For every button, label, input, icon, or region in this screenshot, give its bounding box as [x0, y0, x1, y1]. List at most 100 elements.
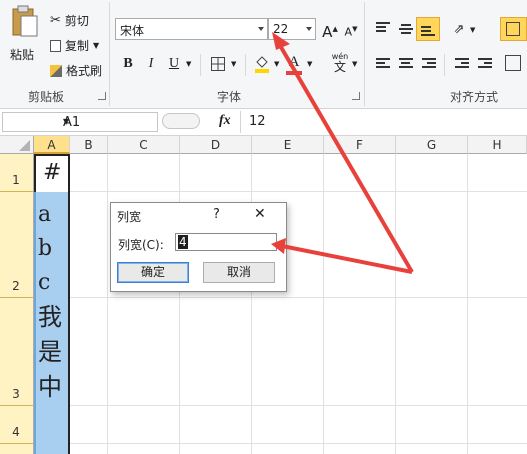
fill-color-button[interactable] [252, 54, 272, 74]
help-button[interactable]: ? [213, 207, 220, 222]
formula-bar: A1 ▼ fx 12 [0, 109, 527, 136]
borders-icon [211, 57, 225, 71]
chevron-down-icon[interactable]: ▼ [231, 60, 236, 68]
ribbon: 粘贴 ✂ 剪切 复制 ▼ 格式刷 剪贴板 宋体 22 A▲ A▼ B I U ▼… [0, 0, 527, 109]
formula-bar-handle[interactable] [162, 113, 200, 129]
font-name-value: 宋体 [120, 24, 145, 38]
row-header-4[interactable]: 4 [0, 406, 34, 444]
gridline [395, 154, 396, 454]
row-header-1[interactable]: 1 [0, 154, 34, 192]
select-all-corner[interactable] [0, 136, 34, 154]
column-label: F [356, 138, 363, 152]
selection-border-left [34, 192, 36, 454]
align-left-button[interactable] [376, 58, 390, 70]
column-width-label: 列宽(C): [118, 238, 164, 252]
worksheet-grid[interactable]: A B C D E F G H 1 2 3 4 # a b c 我 是 中 [0, 136, 527, 454]
font-dialog-launcher[interactable] [352, 92, 360, 100]
underline-button[interactable]: U [164, 54, 184, 74]
font-name-combo[interactable]: 宋体 [115, 18, 268, 40]
middle-align-button[interactable] [399, 24, 413, 36]
column-header-g[interactable]: G [396, 136, 468, 154]
row-header-5[interactable] [0, 444, 34, 454]
column-header-d[interactable]: D [180, 136, 252, 154]
ok-label: 确定 [140, 265, 165, 279]
column-width-dialog: 列宽 ? ✕ 列宽(C): 4 确定 取消 [110, 202, 287, 292]
chevron-down-icon[interactable]: ▼ [307, 60, 312, 68]
cell-a3-line: 是 [38, 338, 62, 366]
chevron-down-icon[interactable]: ▼ [274, 60, 279, 68]
increase-indent-button[interactable] [478, 58, 492, 70]
paste-label: 粘贴 [10, 48, 35, 62]
clipboard-dialog-launcher[interactable] [98, 92, 106, 100]
column-header-f[interactable]: F [324, 136, 396, 154]
column-width-input[interactable]: 4 [175, 233, 277, 251]
row-header-2[interactable]: 2 [0, 192, 34, 298]
column-header-h[interactable]: H [468, 136, 527, 154]
decrease-indent-button[interactable] [455, 58, 469, 70]
borders-button[interactable] [208, 54, 228, 74]
grow-font-button[interactable]: A▲ [320, 19, 340, 41]
format-painter-button[interactable]: 格式刷 [50, 62, 102, 79]
group-separator [364, 2, 365, 106]
wrap-text-button[interactable] [500, 17, 527, 41]
brush-icon [50, 64, 62, 77]
name-box[interactable]: A1 ▼ [2, 112, 158, 132]
chevron-down-icon[interactable]: ▼ [352, 60, 357, 68]
gridline [34, 405, 527, 406]
cancel-button[interactable]: 取消 [203, 262, 275, 283]
cut-button[interactable]: ✂ 剪切 [50, 12, 89, 29]
bold-button[interactable]: B [118, 54, 138, 74]
cell-a1-active[interactable]: # [34, 154, 70, 192]
gridline [467, 154, 468, 454]
align-center-button[interactable] [399, 58, 413, 70]
ok-button[interactable]: 确定 [117, 262, 189, 283]
merge-cells-button[interactable] [505, 55, 521, 71]
align-right-button[interactable] [422, 58, 436, 70]
group-separator [245, 54, 246, 76]
column-width-value: 4 [178, 235, 188, 249]
formula-content[interactable]: 12 [249, 114, 266, 129]
copy-icon [50, 39, 61, 52]
italic-button[interactable]: I [141, 54, 161, 74]
column-label: D [210, 138, 221, 152]
column-label: B [84, 138, 93, 152]
orientation-button[interactable]: ⇗ [449, 20, 469, 40]
column-header-c[interactable]: C [108, 136, 180, 154]
column-label: A [47, 138, 56, 152]
row-label: 4 [12, 425, 20, 439]
cell-a1-text: # [43, 160, 62, 185]
cell-a3-line: 中 [38, 373, 62, 401]
shrink-font-button[interactable]: A▼ [341, 19, 361, 39]
clipboard-group-label: 剪贴板 [28, 90, 65, 104]
column-header-a[interactable]: A [34, 136, 70, 154]
phonetic-guide-button[interactable]: wén 文 [328, 53, 352, 75]
fx-icon[interactable]: fx [219, 113, 231, 129]
shrink-font-icon: A [344, 25, 353, 39]
column-header-e[interactable]: E [252, 136, 324, 154]
alignment-group-label: 对齐方式 [450, 90, 499, 104]
gridline [34, 443, 527, 444]
bold-icon: B [123, 56, 133, 71]
top-align-button[interactable] [376, 22, 390, 34]
chevron-down-icon[interactable]: ▼ [186, 60, 191, 68]
chevron-down-icon: ▼ [93, 41, 100, 50]
column-header-b[interactable]: B [70, 136, 108, 154]
close-icon[interactable]: ✕ [254, 206, 266, 222]
row-label: 1 [12, 173, 20, 187]
font-size-combo[interactable]: 22 [268, 18, 316, 40]
corner-triangle-icon [19, 140, 30, 151]
font-group-label: 字体 [217, 90, 242, 104]
row-header-3[interactable]: 3 [0, 298, 34, 406]
bottom-align-button[interactable] [416, 17, 440, 41]
chevron-down-icon[interactable]: ▼ [63, 117, 153, 126]
group-separator [109, 2, 110, 106]
chevron-down-icon[interactable]: ▼ [470, 26, 475, 34]
gridline [179, 154, 180, 454]
copy-button[interactable]: 复制 ▼ [50, 37, 99, 54]
paste-button[interactable]: 粘贴 [6, 2, 42, 66]
cell-a2-line: b [38, 236, 53, 261]
text-orientation-icon: ⇗ [453, 22, 465, 37]
selection-border-right [68, 154, 70, 454]
cell-a3-line: 我 [38, 303, 62, 331]
font-color-button[interactable]: A [284, 52, 304, 75]
